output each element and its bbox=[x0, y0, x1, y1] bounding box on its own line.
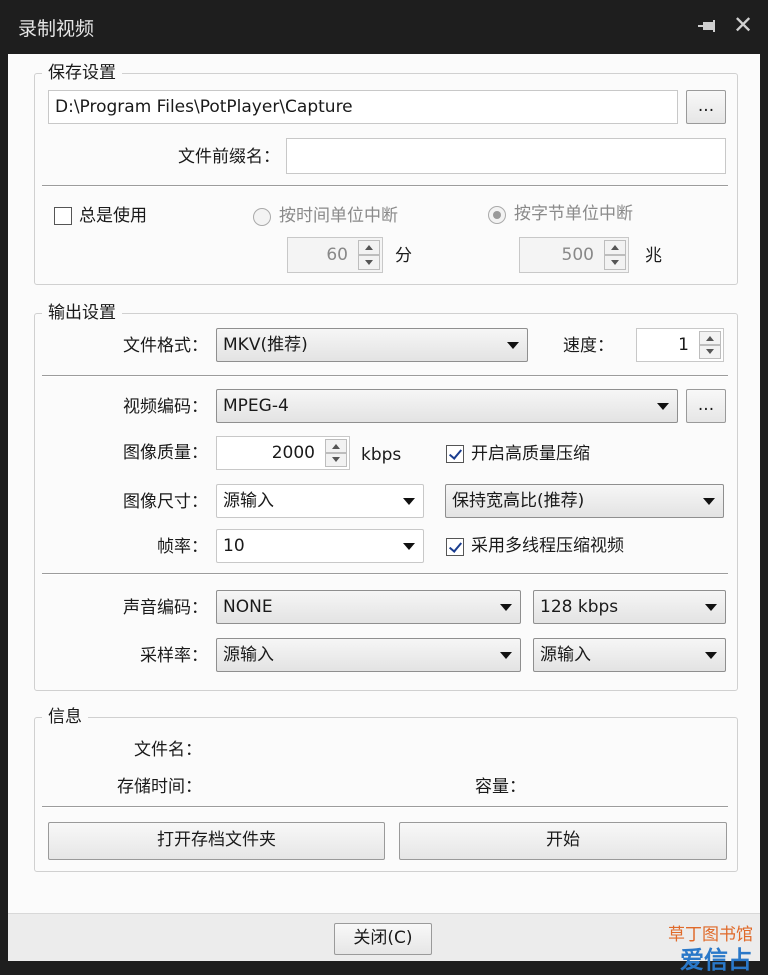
duration-label: 存储时间： bbox=[117, 777, 202, 797]
speed-value: 1 bbox=[678, 335, 689, 355]
chevron-down-icon bbox=[703, 498, 715, 505]
separator bbox=[42, 185, 728, 187]
output-settings-legend: 输出设置 bbox=[42, 303, 122, 323]
audio-codec-label: 声音编码： bbox=[123, 598, 208, 618]
spin-up-icon[interactable] bbox=[699, 331, 721, 345]
always-use-checkbox[interactable] bbox=[54, 207, 72, 225]
quality-unit-label: kbps bbox=[361, 445, 402, 465]
split-size-value: 500 bbox=[561, 245, 594, 265]
prefix-label: 文件前缀名： bbox=[178, 147, 280, 167]
spin-down-icon[interactable] bbox=[604, 255, 626, 270]
spin-down-icon[interactable] bbox=[699, 345, 721, 359]
size-unit-label: 兆 bbox=[645, 246, 662, 266]
separator bbox=[42, 806, 728, 808]
fps-select[interactable]: 10 bbox=[216, 529, 424, 563]
separator bbox=[42, 375, 728, 377]
chevron-down-icon bbox=[507, 342, 519, 349]
chevron-down-icon bbox=[705, 652, 717, 659]
sample-rate-label: 采样率： bbox=[140, 646, 208, 666]
split-by-time-label: 按时间单位中断 bbox=[279, 206, 398, 226]
chevron-down-icon bbox=[403, 543, 415, 550]
high-quality-label: 开启高质量压缩 bbox=[471, 444, 590, 464]
quality-value: 2000 bbox=[271, 443, 315, 463]
save-settings-legend: 保存设置 bbox=[42, 63, 122, 83]
multithread-label: 采用多线程压缩视频 bbox=[471, 536, 624, 556]
aspect-ratio-select[interactable]: 保持宽高比(推荐) bbox=[445, 484, 724, 518]
spin-down-icon[interactable] bbox=[325, 453, 347, 467]
info-legend: 信息 bbox=[42, 707, 88, 727]
quality-stepper[interactable]: 2000 bbox=[216, 436, 350, 470]
chevron-down-icon bbox=[657, 403, 669, 410]
start-button[interactable]: 开始 bbox=[399, 822, 727, 860]
video-codec-value: MPEG-4 bbox=[223, 396, 289, 416]
image-size-label: 图像尺寸： bbox=[123, 492, 208, 512]
watermark-logo: 爱信占 bbox=[680, 946, 752, 974]
video-codec-settings-button[interactable]: ... bbox=[686, 389, 726, 423]
channels-select[interactable]: 源输入 bbox=[533, 638, 726, 672]
audio-bitrate-select[interactable]: 128 kbps bbox=[533, 590, 726, 624]
chevron-down-icon bbox=[500, 604, 512, 611]
split-by-time-radio[interactable] bbox=[253, 208, 271, 226]
chevron-down-icon bbox=[500, 652, 512, 659]
quality-label: 图像质量： bbox=[123, 443, 208, 463]
split-size-stepper[interactable]: 500 bbox=[519, 237, 629, 273]
video-codec-select[interactable]: MPEG-4 bbox=[216, 389, 678, 423]
video-codec-label: 视频编码： bbox=[123, 397, 208, 417]
speed-stepper[interactable]: 1 bbox=[636, 328, 724, 362]
fps-label: 帧率： bbox=[157, 537, 208, 557]
spin-up-icon[interactable] bbox=[325, 439, 347, 453]
speed-label: 速度： bbox=[563, 336, 614, 356]
multithread-checkbox[interactable] bbox=[446, 538, 464, 556]
split-by-size-radio[interactable] bbox=[488, 206, 506, 224]
open-folder-button[interactable]: 打开存档文件夹 bbox=[48, 822, 385, 860]
separator bbox=[42, 573, 728, 575]
chevron-down-icon bbox=[705, 604, 717, 611]
image-size-value: 源输入 bbox=[223, 491, 274, 511]
sample-rate-value: 源输入 bbox=[223, 645, 274, 665]
title-bar bbox=[0, 0, 768, 54]
close-icon[interactable]: ✕ bbox=[730, 12, 756, 38]
split-time-stepper[interactable]: 60 bbox=[287, 237, 383, 273]
format-select[interactable]: MKV(推荐) bbox=[216, 328, 528, 362]
close-button[interactable]: 关闭(C) bbox=[334, 923, 432, 955]
audio-bitrate-value: 128 kbps bbox=[540, 597, 619, 617]
spin-down-icon[interactable] bbox=[358, 255, 380, 270]
audio-codec-value: NONE bbox=[223, 597, 273, 617]
high-quality-checkbox[interactable] bbox=[446, 445, 464, 463]
always-use-label: 总是使用 bbox=[79, 206, 147, 226]
aspect-ratio-value: 保持宽高比(推荐) bbox=[452, 491, 585, 511]
split-time-value: 60 bbox=[326, 245, 348, 265]
prefix-field[interactable] bbox=[286, 138, 726, 174]
format-value: MKV(推荐) bbox=[223, 335, 308, 355]
filename-label: 文件名： bbox=[134, 740, 202, 760]
audio-codec-select[interactable]: NONE bbox=[216, 590, 521, 624]
format-label: 文件格式： bbox=[123, 336, 208, 356]
split-by-size-label: 按字节单位中断 bbox=[514, 204, 633, 224]
image-size-select[interactable]: 源输入 bbox=[216, 484, 424, 518]
spin-up-icon[interactable] bbox=[604, 240, 626, 255]
fps-value: 10 bbox=[223, 536, 245, 556]
time-unit-label: 分 bbox=[395, 246, 412, 266]
sample-rate-select[interactable]: 源输入 bbox=[216, 638, 521, 672]
save-path-field[interactable]: D:\Program Files\PotPlayer\Capture bbox=[48, 90, 678, 124]
chevron-down-icon bbox=[403, 498, 415, 505]
pin-icon[interactable] bbox=[696, 14, 722, 38]
spin-up-icon[interactable] bbox=[358, 240, 380, 255]
capacity-label: 容量： bbox=[475, 777, 526, 797]
window-title: 录制视频 bbox=[18, 18, 95, 40]
browse-path-button[interactable]: ... bbox=[686, 90, 726, 124]
channels-value: 源输入 bbox=[540, 645, 591, 665]
